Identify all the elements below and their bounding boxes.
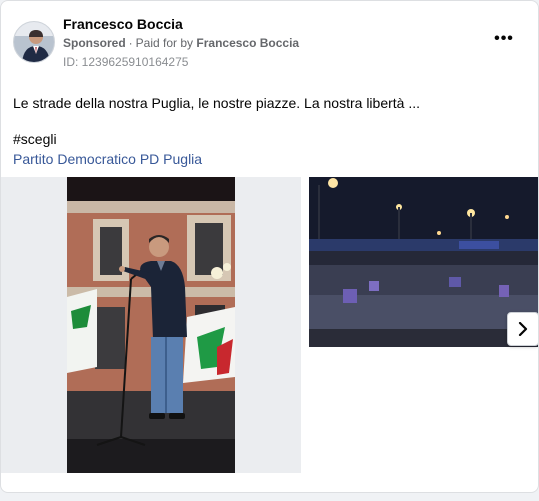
hashtag[interactable]: #scegli — [13, 131, 57, 147]
carousel-image-crowd[interactable] — [309, 177, 538, 347]
more-horizontal-icon: ••• — [494, 30, 514, 47]
paid-for-prefix: Paid for by — [135, 36, 194, 50]
carousel-image-speaker[interactable] — [1, 177, 301, 473]
post-text: Le strade della nostra Puglia, le nostre… — [13, 95, 421, 111]
more-options-button[interactable]: ••• — [492, 27, 516, 51]
ad-id: ID: 1239625910164275 — [63, 55, 189, 69]
ad-card: Francesco Boccia Sponsored · Paid for by F… — [0, 0, 539, 493]
avatar[interactable] — [13, 21, 55, 63]
chevron-right-icon — [518, 322, 528, 336]
image-carousel — [1, 177, 538, 474]
post-header: Francesco Boccia Sponsored · Paid for by F… — [13, 13, 526, 73]
carousel-next-button[interactable] — [507, 312, 538, 346]
paid-for-name: Francesco Boccia — [196, 36, 300, 50]
page-link[interactable]: Partito Democratico PD Puglia — [13, 151, 202, 167]
author-name[interactable]: Francesco Boccia — [63, 16, 183, 32]
sponsored-label: Sponsored — [63, 36, 126, 50]
sponsored-line: Sponsored · Paid for by Francesco Boccia — [63, 36, 299, 50]
separator: · — [128, 36, 133, 50]
